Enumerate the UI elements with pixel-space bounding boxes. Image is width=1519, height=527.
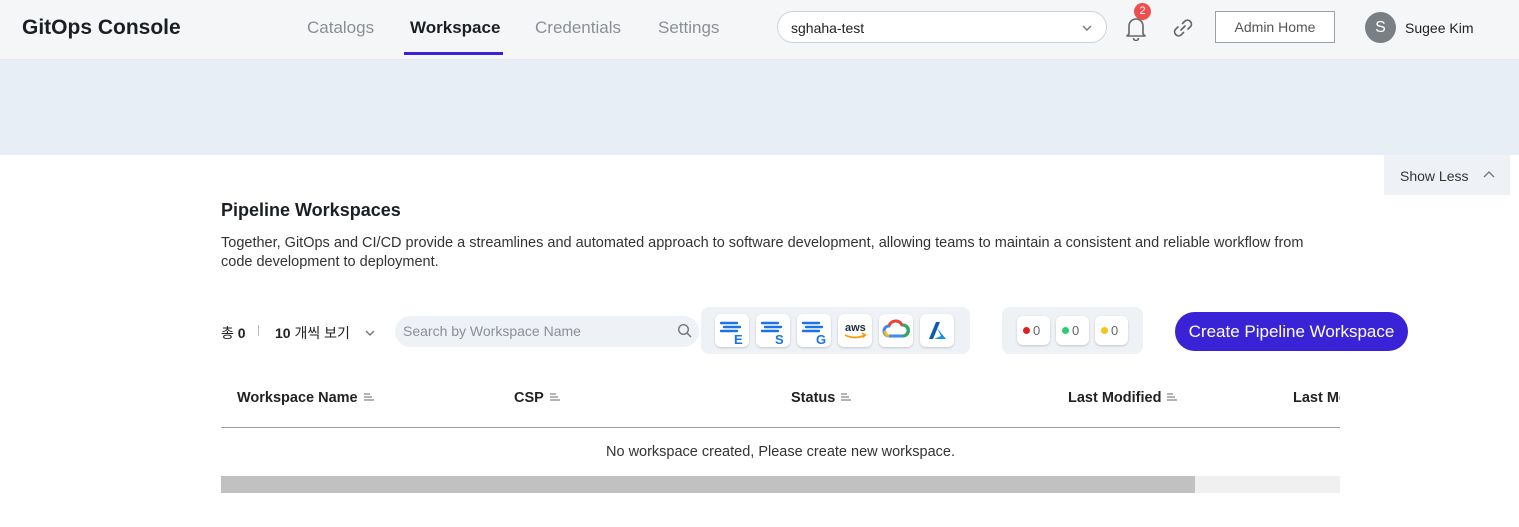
column-header-last-modified[interactable]: Last Modified — [1068, 390, 1178, 406]
page-size-number: 10 — [275, 325, 291, 341]
app-title[interactable]: GitOps Console — [22, 16, 181, 40]
tab-settings[interactable]: Settings — [658, 18, 719, 38]
show-less-button[interactable]: Show Less — [1384, 155, 1510, 195]
notification-badge: 2 — [1134, 3, 1151, 20]
sort-icon[interactable] — [363, 390, 374, 406]
status-count: 0 — [1033, 323, 1041, 338]
link-icon[interactable] — [1170, 15, 1196, 41]
chevron-down-icon[interactable] — [364, 326, 376, 344]
aws-icon: aws — [844, 322, 867, 339]
status-count: 0 — [1111, 323, 1119, 338]
total-count: 총 0 — [221, 323, 246, 343]
search-icon[interactable] — [677, 323, 693, 344]
column-header-label: CSP — [514, 390, 544, 406]
filter-s-button[interactable]: S — [756, 314, 790, 347]
chevron-up-icon — [1482, 168, 1496, 185]
status-count: 0 — [1072, 323, 1080, 338]
create-pipeline-workspace-button[interactable]: Create Pipeline Workspace — [1175, 312, 1408, 351]
total-value: 0 — [237, 325, 246, 341]
filter-e-icon: E — [719, 321, 743, 347]
sort-icon[interactable] — [1167, 390, 1178, 406]
tab-workspace[interactable]: Workspace — [410, 18, 500, 38]
page-title: Pipeline Workspaces — [221, 200, 401, 220]
total-label: 총 — [221, 325, 234, 341]
column-header-label: Last Modified — [1068, 390, 1162, 406]
column-header-workspace-name[interactable]: Workspace Name — [237, 390, 374, 406]
sort-icon[interactable] — [549, 390, 560, 406]
status-filter-error[interactable]: 0 — [1017, 316, 1050, 345]
status-dot-green-icon — [1062, 327, 1069, 334]
azure-icon — [929, 322, 946, 339]
column-header-last-modified-2[interactable]: Last Modified — [1293, 390, 1340, 406]
status-dot-red-icon — [1023, 327, 1030, 334]
avatar[interactable]: S — [1365, 12, 1396, 43]
page-size-select[interactable]: 10 개씩 보기 — [275, 323, 350, 343]
status-filter-group: 0 0 0 — [1002, 307, 1143, 354]
tab-catalogs[interactable]: Catalogs — [307, 18, 374, 38]
status-filter-warning[interactable]: 0 — [1095, 316, 1128, 345]
show-less-label: Show Less — [1400, 168, 1469, 184]
filter-s-letter: S — [775, 332, 784, 347]
aws-filter-button[interactable]: aws — [838, 314, 872, 347]
filter-g-button[interactable]: G — [797, 314, 831, 347]
google-cloud-icon — [882, 319, 910, 338]
horizontal-scrollbar[interactable] — [221, 476, 1340, 493]
status-dot-yellow-icon — [1101, 327, 1108, 334]
column-header-label: Last Modified — [1293, 390, 1340, 406]
info-banner — [0, 60, 1519, 155]
admin-home-button[interactable]: Admin Home — [1215, 11, 1335, 43]
filter-e-letter: E — [734, 332, 743, 347]
csp-filter-group: E S G aws — [701, 307, 970, 354]
chevron-down-icon — [1081, 21, 1093, 39]
column-header-label: Workspace Name — [237, 390, 358, 406]
divider — [258, 325, 259, 336]
column-header-csp[interactable]: CSP — [514, 390, 560, 406]
scrollbar-thumb[interactable] — [221, 476, 1195, 493]
page-size-suffix: 개씩 보기 — [294, 325, 350, 341]
status-filter-success[interactable]: 0 — [1056, 316, 1089, 345]
column-header-status[interactable]: Status — [791, 390, 852, 406]
filter-s-icon: S — [760, 321, 784, 347]
empty-table-message: No workspace created, Please create new … — [606, 444, 955, 460]
aws-letter: aws — [845, 322, 866, 334]
search-box — [395, 316, 699, 347]
filter-g-icon: G — [801, 321, 826, 347]
search-input[interactable] — [403, 320, 663, 342]
filter-e-button[interactable]: E — [715, 314, 749, 347]
top-header: GitOps Console Catalogs Workspace Creden… — [0, 0, 1519, 60]
workspace-table: Workspace Name CSP Status Last Modified … — [221, 372, 1340, 493]
page-description: Together, GitOps and CI/CD provide a str… — [221, 235, 1304, 270]
column-header-label: Status — [791, 390, 836, 406]
user-name[interactable]: Sugee Kim — [1405, 20, 1473, 36]
tab-credentials[interactable]: Credentials — [535, 18, 621, 38]
azure-filter-button[interactable] — [920, 314, 954, 347]
workspace-select-value: sghaha-test — [791, 20, 865, 36]
table-header-divider — [221, 427, 1340, 428]
filter-g-letter: G — [816, 332, 826, 347]
active-tab-indicator — [404, 52, 503, 55]
workspace-select[interactable]: sghaha-test — [777, 11, 1107, 43]
google-cloud-filter-button[interactable] — [879, 314, 913, 347]
sort-icon[interactable] — [841, 390, 852, 406]
